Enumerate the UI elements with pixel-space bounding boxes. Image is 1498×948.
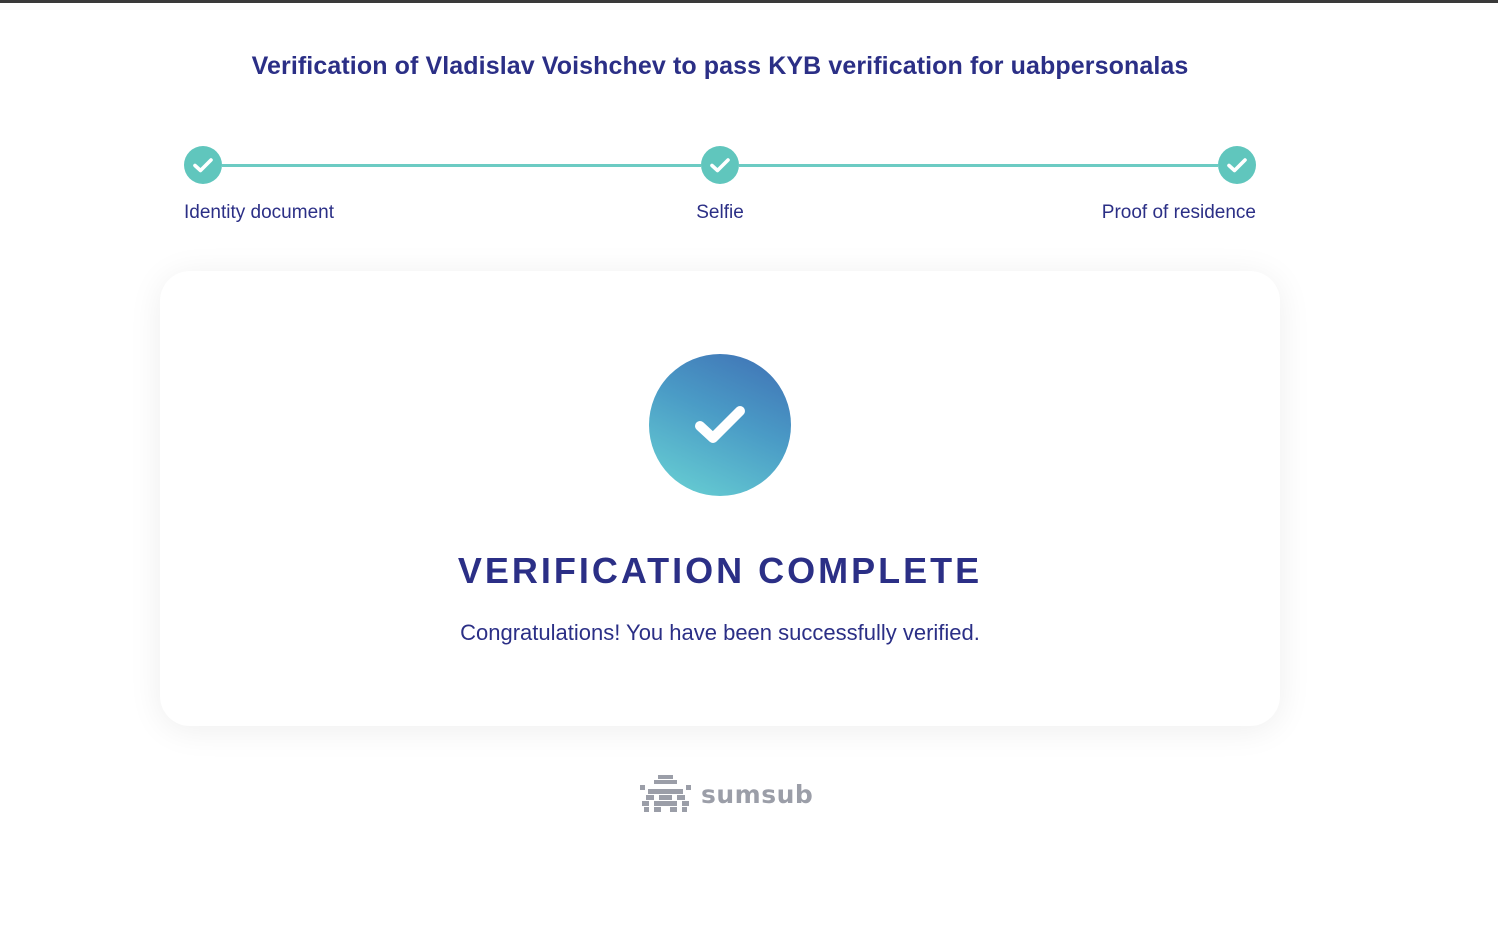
verification-result-card: VERIFICATION COMPLETE Congratulations! Y… [160, 271, 1280, 726]
sumsub-logo: sumsub [640, 774, 813, 814]
step-label-identity-document: Identity document [184, 202, 334, 223]
sumsub-logo-icon [640, 775, 691, 812]
verification-stepper: Identity document Selfie Proof of reside… [184, 146, 1256, 236]
step-connector [739, 164, 1218, 167]
page-title: Verification of Vladislav Voishchev to p… [251, 52, 1189, 80]
window-top-border [0, 0, 1498, 3]
result-message: Congratulations! You have been successfu… [460, 620, 980, 645]
step-label-proof-of-residence: Proof of residence [1101, 202, 1256, 223]
sumsub-brand-text: sumsub [701, 779, 814, 809]
check-circle-icon [649, 354, 791, 496]
result-title: VERIFICATION COMPLETE [457, 550, 983, 591]
step-connector [222, 164, 701, 167]
step-identity-document-check-icon [184, 146, 222, 184]
step-selfie-check-icon [701, 146, 739, 184]
step-label-selfie: Selfie [696, 202, 744, 223]
step-proof-of-residence-check-icon [1218, 146, 1256, 184]
